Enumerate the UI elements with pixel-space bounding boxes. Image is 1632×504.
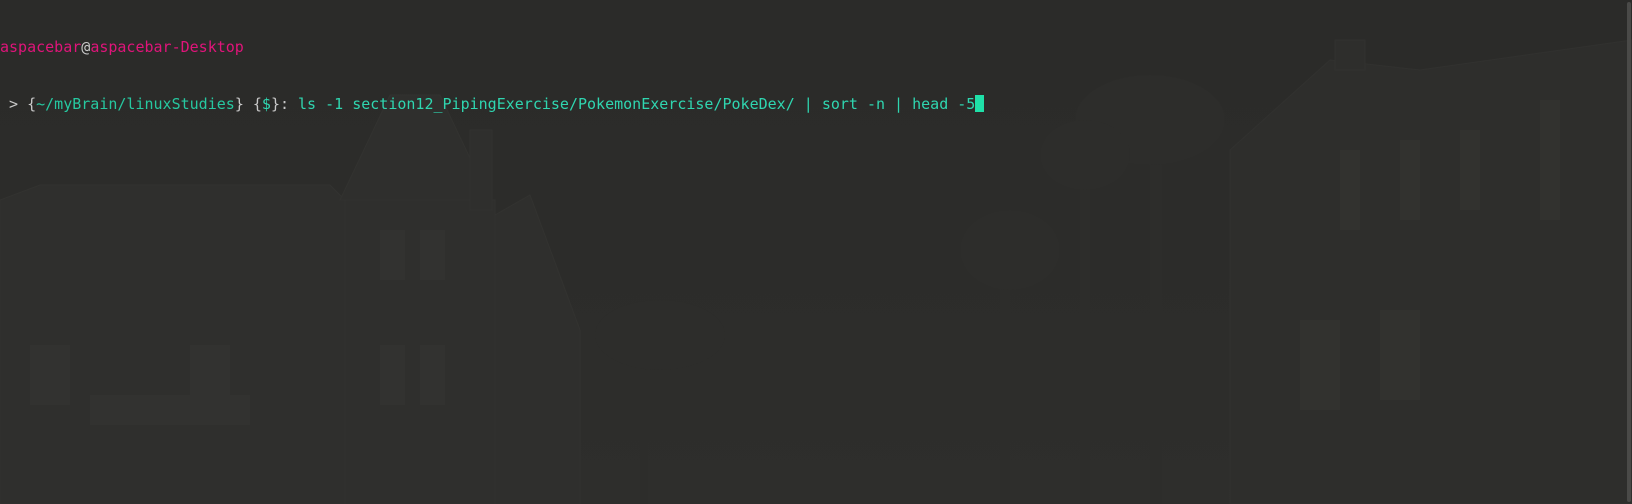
prompt-dollar-symbol: $ — [261, 95, 271, 113]
command-input-text[interactable]: ls -1 section12_PipingExercise/PokemonEx… — [298, 95, 975, 113]
terminal-scrollbar[interactable] — [1624, 0, 1632, 504]
prompt-hostname: aspacebar-Desktop — [90, 38, 244, 56]
terminal-output[interactable]: aspacebar@aspacebar-Desktop > {~/myBrain… — [0, 0, 985, 152]
cwd-open-brace: { — [27, 95, 37, 113]
text-cursor — [975, 95, 985, 112]
symbol-close-brace: }: — [270, 95, 299, 113]
command-line[interactable]: > {~/myBrain/linuxStudies} {$}: ls -1 se… — [0, 95, 985, 114]
cwd-close-brace: } — [234, 95, 244, 113]
scrollbar-thumb[interactable] — [1627, 2, 1631, 502]
symbol-open-brace: { — [243, 95, 262, 113]
prompt-header-line: aspacebar@aspacebar-Desktop — [0, 38, 984, 57]
prompt-arrow: > — [0, 95, 28, 113]
prompt-working-directory: ~/myBrain/linuxStudies — [36, 95, 235, 113]
prompt-username: aspacebar — [0, 38, 82, 56]
terminal-window[interactable]: aspacebar@aspacebar-Desktop > {~/myBrain… — [0, 0, 1632, 504]
prompt-at-symbol: @ — [81, 38, 91, 56]
